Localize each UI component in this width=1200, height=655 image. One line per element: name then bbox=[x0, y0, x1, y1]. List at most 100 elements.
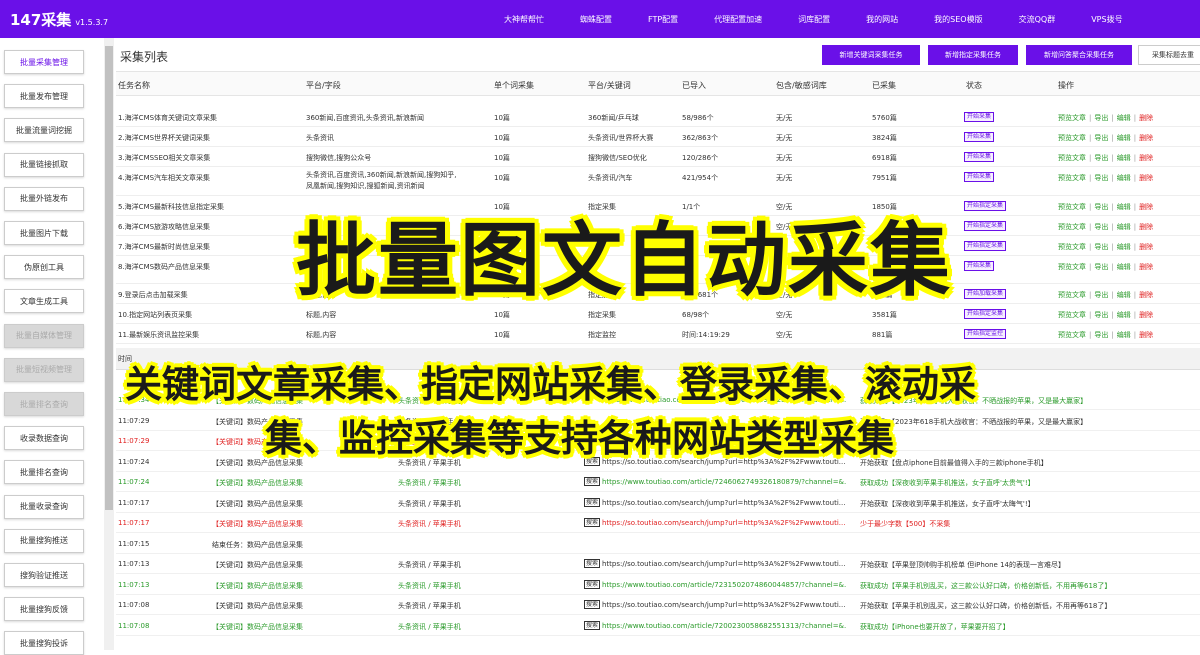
edit-link[interactable]: 编辑 bbox=[1117, 134, 1131, 142]
sidebar-scrollbar-thumb[interactable] bbox=[105, 46, 113, 510]
add-qa-task-button[interactable]: 新增问答聚合采集任务 bbox=[1026, 45, 1132, 65]
sidebar-item[interactable]: 伪原创工具 bbox=[4, 255, 84, 280]
edit-link[interactable]: 编辑 bbox=[1117, 203, 1131, 211]
status-badge[interactable]: 开始指定采集 bbox=[964, 221, 1007, 231]
status-badge[interactable]: 开始加载采集 bbox=[964, 289, 1007, 299]
sidebar-item[interactable]: 文章生成工具 bbox=[4, 289, 84, 314]
log-tag: 搜索 bbox=[584, 600, 601, 609]
sidebar-item[interactable]: 批量排名查询 bbox=[4, 460, 84, 485]
edit-link[interactable]: 编辑 bbox=[1117, 263, 1131, 271]
export-link[interactable]: 导出 bbox=[1094, 291, 1108, 299]
preview-link[interactable]: 预览文章 bbox=[1058, 223, 1086, 231]
preview-link[interactable]: 预览文章 bbox=[1058, 291, 1086, 299]
separator: | bbox=[1089, 311, 1092, 319]
edit-link[interactable]: 编辑 bbox=[1117, 243, 1131, 251]
sidebar-item[interactable]: 批量搜狗投诉 bbox=[4, 631, 84, 655]
dedupe-title-button[interactable]: 采集标题去重 bbox=[1138, 45, 1200, 65]
export-link[interactable]: 导出 bbox=[1094, 331, 1108, 339]
export-link[interactable]: 导出 bbox=[1094, 203, 1108, 211]
task-platform-line2: 凤凰新闻,搜狗知识,搜狐新闻,资讯新闻 bbox=[306, 182, 425, 190]
sidebar-item[interactable]: 批量收录查询 bbox=[4, 494, 84, 519]
log-task: 【关键词】数码产品信息采集 bbox=[212, 581, 303, 590]
delete-link[interactable]: 删除 bbox=[1139, 263, 1153, 271]
preview-link[interactable]: 预览文章 bbox=[1058, 174, 1086, 182]
status-badge[interactable]: 开始采集 bbox=[964, 112, 995, 122]
delete-link[interactable]: 删除 bbox=[1139, 154, 1153, 162]
sidebar-item[interactable]: 批量外链发布 bbox=[4, 186, 84, 211]
sidebar-item[interactable]: 批量链接抓取 bbox=[4, 152, 84, 177]
column-header: 平台/关键词 bbox=[588, 81, 631, 90]
delete-link[interactable]: 删除 bbox=[1139, 243, 1153, 251]
status-badge[interactable]: 开始指定采集 bbox=[964, 201, 1007, 211]
sidebar-item[interactable]: 搜狗验证推送 bbox=[4, 563, 84, 587]
sidebar-item[interactable]: 批量图片下载 bbox=[4, 221, 84, 245]
sidebar-item[interactable]: 批量流量词挖掘 bbox=[4, 118, 84, 143]
edit-link[interactable]: 编辑 bbox=[1117, 174, 1131, 182]
sidebar-item[interactable]: 批量短视频管理 bbox=[4, 357, 84, 382]
status-badge[interactable]: 开始采集 bbox=[964, 172, 995, 182]
sidebar-item[interactable]: 批量采集管理 bbox=[4, 50, 84, 74]
status-badge[interactable]: 开始采集 bbox=[964, 261, 995, 271]
nav-item[interactable]: 代理配置加速 bbox=[714, 14, 762, 25]
export-link[interactable]: 导出 bbox=[1094, 174, 1108, 182]
delete-link[interactable]: 删除 bbox=[1139, 311, 1153, 319]
task-name: 9.登录后点击加载采集 bbox=[118, 291, 188, 299]
export-link[interactable]: 导出 bbox=[1094, 114, 1108, 122]
delete-link[interactable]: 删除 bbox=[1139, 223, 1153, 231]
preview-link[interactable]: 预览文章 bbox=[1058, 203, 1086, 211]
sidebar-item[interactable]: 批量自媒体管理 bbox=[4, 323, 84, 348]
log-tag: 搜索 bbox=[584, 579, 601, 589]
edit-link[interactable]: 编辑 bbox=[1117, 223, 1131, 231]
status-badge[interactable]: 开始采集 bbox=[964, 152, 995, 162]
preview-link[interactable]: 预览文章 bbox=[1058, 134, 1086, 142]
sidebar-item[interactable]: 批量发布管理 bbox=[4, 84, 84, 109]
status-badge[interactable]: 开始采集 bbox=[964, 132, 995, 142]
preview-link[interactable]: 预览文章 bbox=[1058, 114, 1086, 122]
sidebar-item[interactable]: 批量搜狗推送 bbox=[4, 528, 84, 553]
sidebar-item[interactable]: 批量排名查询 bbox=[4, 392, 84, 416]
export-link[interactable]: 导出 bbox=[1094, 243, 1108, 251]
separator: | bbox=[1111, 203, 1114, 211]
nav-item[interactable]: 我的网站 bbox=[866, 14, 898, 25]
status-badge[interactable]: 开始指定采集 bbox=[964, 241, 1007, 251]
export-link[interactable]: 导出 bbox=[1094, 223, 1108, 231]
delete-link[interactable]: 删除 bbox=[1139, 134, 1153, 142]
nav-item[interactable]: 大神帮帮忙 bbox=[504, 14, 544, 25]
edit-link[interactable]: 编辑 bbox=[1117, 154, 1131, 162]
preview-link[interactable]: 预览文章 bbox=[1058, 311, 1086, 319]
delete-link[interactable]: 删除 bbox=[1139, 331, 1153, 339]
delete-link[interactable]: 删除 bbox=[1139, 114, 1153, 122]
add-keyword-task-button[interactable]: 新增关键词采集任务 bbox=[822, 45, 920, 65]
nav-item[interactable]: VPS拨号 bbox=[1091, 14, 1122, 25]
sidebar: 批量采集管理 批量发布管理 批量流量词挖掘 批量链接抓取 批量外链发布 批量图片下载 伪原创… bbox=[0, 38, 104, 655]
export-link[interactable]: 导出 bbox=[1094, 263, 1108, 271]
status-badge[interactable]: 开始指定采集 bbox=[964, 309, 1007, 319]
edit-link[interactable]: 编辑 bbox=[1117, 114, 1131, 122]
task-table-header: 任务名称 平台/字段 单个词采集 平台/关键词 已导入 包含/敏感词库 已采集 状态 操作 bbox=[116, 72, 1200, 96]
sidebar-item[interactable]: 收录数据查询 bbox=[4, 426, 84, 451]
add-specified-task-button[interactable]: 新增指定采集任务 bbox=[928, 45, 1018, 65]
task-collected: 881篇 bbox=[872, 331, 893, 339]
delete-link[interactable]: 删除 bbox=[1139, 291, 1153, 299]
nav-item[interactable]: 我的SEO模版 bbox=[934, 14, 982, 25]
nav-item[interactable]: FTP配置 bbox=[648, 14, 678, 25]
sidebar-item[interactable]: 批量搜狗反馈 bbox=[4, 597, 84, 622]
export-link[interactable]: 导出 bbox=[1094, 154, 1108, 162]
preview-link[interactable]: 预览文章 bbox=[1058, 331, 1086, 339]
app-brand: 147采集 v1.5.3.7 bbox=[0, 9, 500, 30]
delete-link[interactable]: 删除 bbox=[1139, 174, 1153, 182]
task-actions: 预览文章 | 导出 | 编辑 | 删除 bbox=[1058, 113, 1153, 123]
delete-link[interactable]: 删除 bbox=[1139, 203, 1153, 211]
preview-link[interactable]: 预览文章 bbox=[1058, 154, 1086, 162]
edit-link[interactable]: 编辑 bbox=[1117, 291, 1131, 299]
preview-link[interactable]: 预览文章 bbox=[1058, 263, 1086, 271]
nav-item[interactable]: 交流QQ群 bbox=[1019, 14, 1056, 25]
nav-item[interactable]: 蜘蛛配置 bbox=[580, 14, 612, 25]
nav-item[interactable]: 词库配置 bbox=[798, 14, 830, 25]
status-badge[interactable]: 开始指定监控 bbox=[964, 329, 1007, 339]
export-link[interactable]: 导出 bbox=[1094, 134, 1108, 142]
edit-link[interactable]: 编辑 bbox=[1117, 311, 1131, 319]
edit-link[interactable]: 编辑 bbox=[1117, 331, 1131, 339]
preview-link[interactable]: 预览文章 bbox=[1058, 243, 1086, 251]
export-link[interactable]: 导出 bbox=[1094, 311, 1108, 319]
